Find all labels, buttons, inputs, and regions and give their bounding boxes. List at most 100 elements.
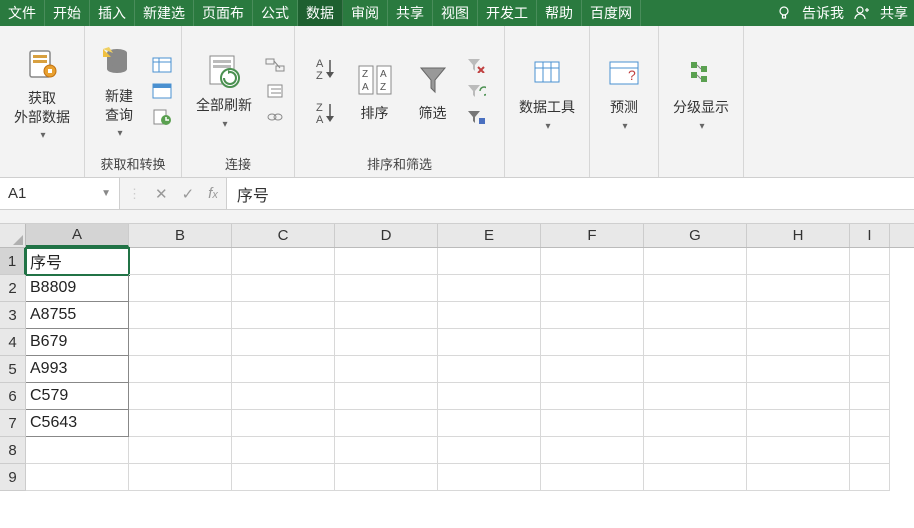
col-header-D[interactable]: D	[335, 224, 438, 247]
cancel-button[interactable]: ✕	[155, 185, 168, 203]
cell-H7[interactable]	[747, 410, 850, 437]
cell-C4[interactable]	[232, 329, 335, 356]
connections-button[interactable]	[264, 54, 286, 76]
sort-descending-button[interactable]: ZA	[313, 99, 343, 127]
menu-file[interactable]: 文件	[0, 0, 45, 26]
cell-A1[interactable]: 序号	[26, 248, 129, 275]
cell-A7[interactable]: C5643	[26, 410, 129, 437]
from-table-button[interactable]	[151, 80, 173, 102]
menu-insert[interactable]: 插入	[90, 0, 135, 26]
cell-G7[interactable]	[644, 410, 747, 437]
cell-D3[interactable]	[335, 302, 438, 329]
cell-H6[interactable]	[747, 383, 850, 410]
cell-B7[interactable]	[129, 410, 232, 437]
cell-I9[interactable]	[850, 464, 890, 491]
cell-H3[interactable]	[747, 302, 850, 329]
cell-E3[interactable]	[438, 302, 541, 329]
cell-D4[interactable]	[335, 329, 438, 356]
cell-B6[interactable]	[129, 383, 232, 410]
menu-developer[interactable]: 开发工	[478, 0, 537, 26]
cell-F5[interactable]	[541, 356, 644, 383]
cell-D5[interactable]	[335, 356, 438, 383]
outline-button[interactable]: 分级显示 ▾	[667, 52, 735, 133]
cell-E8[interactable]	[438, 437, 541, 464]
cell-F2[interactable]	[541, 275, 644, 302]
row-header-2[interactable]: 2	[0, 275, 26, 302]
cell-C9[interactable]	[232, 464, 335, 491]
cell-E9[interactable]	[438, 464, 541, 491]
sort-ascending-button[interactable]: AZ	[313, 55, 343, 83]
row-header-3[interactable]: 3	[0, 302, 26, 329]
col-header-C[interactable]: C	[232, 224, 335, 247]
cell-H8[interactable]	[747, 437, 850, 464]
cell-C2[interactable]	[232, 275, 335, 302]
cell-E2[interactable]	[438, 275, 541, 302]
refresh-all-button[interactable]: 全部刷新 ▾	[190, 50, 258, 131]
menu-formulas[interactable]: 公式	[253, 0, 298, 26]
cell-G3[interactable]	[644, 302, 747, 329]
row-header-4[interactable]: 4	[0, 329, 26, 356]
cell-E4[interactable]	[438, 329, 541, 356]
cell-F6[interactable]	[541, 383, 644, 410]
fx-button[interactable]: fx	[208, 185, 218, 202]
cell-B3[interactable]	[129, 302, 232, 329]
enter-button[interactable]: ✓	[182, 185, 195, 203]
cell-C1[interactable]	[232, 248, 335, 275]
cell-C3[interactable]	[232, 302, 335, 329]
cell-E1[interactable]	[438, 248, 541, 275]
cell-H9[interactable]	[747, 464, 850, 491]
properties-button[interactable]	[264, 80, 286, 102]
cell-H4[interactable]	[747, 329, 850, 356]
cell-I3[interactable]	[850, 302, 890, 329]
get-external-data-button[interactable]: 获取 外部数据 ▾	[8, 43, 76, 142]
menu-baidu[interactable]: 百度网	[582, 0, 641, 26]
tell-me-label[interactable]: 告诉我	[802, 3, 844, 23]
cell-I7[interactable]	[850, 410, 890, 437]
cell-G9[interactable]	[644, 464, 747, 491]
select-all-corner[interactable]	[0, 224, 26, 247]
cell-F1[interactable]	[541, 248, 644, 275]
cell-C5[interactable]	[232, 356, 335, 383]
cell-H1[interactable]	[747, 248, 850, 275]
cell-F7[interactable]	[541, 410, 644, 437]
cell-D6[interactable]	[335, 383, 438, 410]
cell-I1[interactable]	[850, 248, 890, 275]
cell-A6[interactable]: C579	[26, 383, 129, 410]
cell-I2[interactable]	[850, 275, 890, 302]
cell-D7[interactable]	[335, 410, 438, 437]
cell-H2[interactable]	[747, 275, 850, 302]
cell-A9[interactable]	[26, 464, 129, 491]
cell-A4[interactable]: B679	[26, 329, 129, 356]
row-header-6[interactable]: 6	[0, 383, 26, 410]
cell-D2[interactable]	[335, 275, 438, 302]
col-header-F[interactable]: F	[541, 224, 644, 247]
cell-D9[interactable]	[335, 464, 438, 491]
cell-A2[interactable]: B8809	[26, 275, 129, 302]
cell-B5[interactable]	[129, 356, 232, 383]
cell-E7[interactable]	[438, 410, 541, 437]
menu-page-layout[interactable]: 页面布	[194, 0, 253, 26]
cell-D1[interactable]	[335, 248, 438, 275]
show-queries-button[interactable]	[151, 54, 173, 76]
cell-I4[interactable]	[850, 329, 890, 356]
cell-F9[interactable]	[541, 464, 644, 491]
cell-B9[interactable]	[129, 464, 232, 491]
row-header-5[interactable]: 5	[0, 356, 26, 383]
row-header-8[interactable]: 8	[0, 437, 26, 464]
clear-filter-button[interactable]	[465, 54, 487, 76]
col-header-G[interactable]: G	[644, 224, 747, 247]
row-header-7[interactable]: 7	[0, 410, 26, 437]
cell-E5[interactable]	[438, 356, 541, 383]
menu-help[interactable]: 帮助	[537, 0, 582, 26]
menu-home[interactable]: 开始	[45, 0, 90, 26]
reapply-button[interactable]	[465, 80, 487, 102]
cell-G5[interactable]	[644, 356, 747, 383]
cell-D8[interactable]	[335, 437, 438, 464]
cell-A8[interactable]	[26, 437, 129, 464]
forecast-button[interactable]: ? 预测 ▾	[598, 52, 650, 133]
cell-C6[interactable]	[232, 383, 335, 410]
col-header-H[interactable]: H	[747, 224, 850, 247]
row-header-1[interactable]: 1	[0, 248, 26, 275]
cell-G8[interactable]	[644, 437, 747, 464]
cell-F3[interactable]	[541, 302, 644, 329]
